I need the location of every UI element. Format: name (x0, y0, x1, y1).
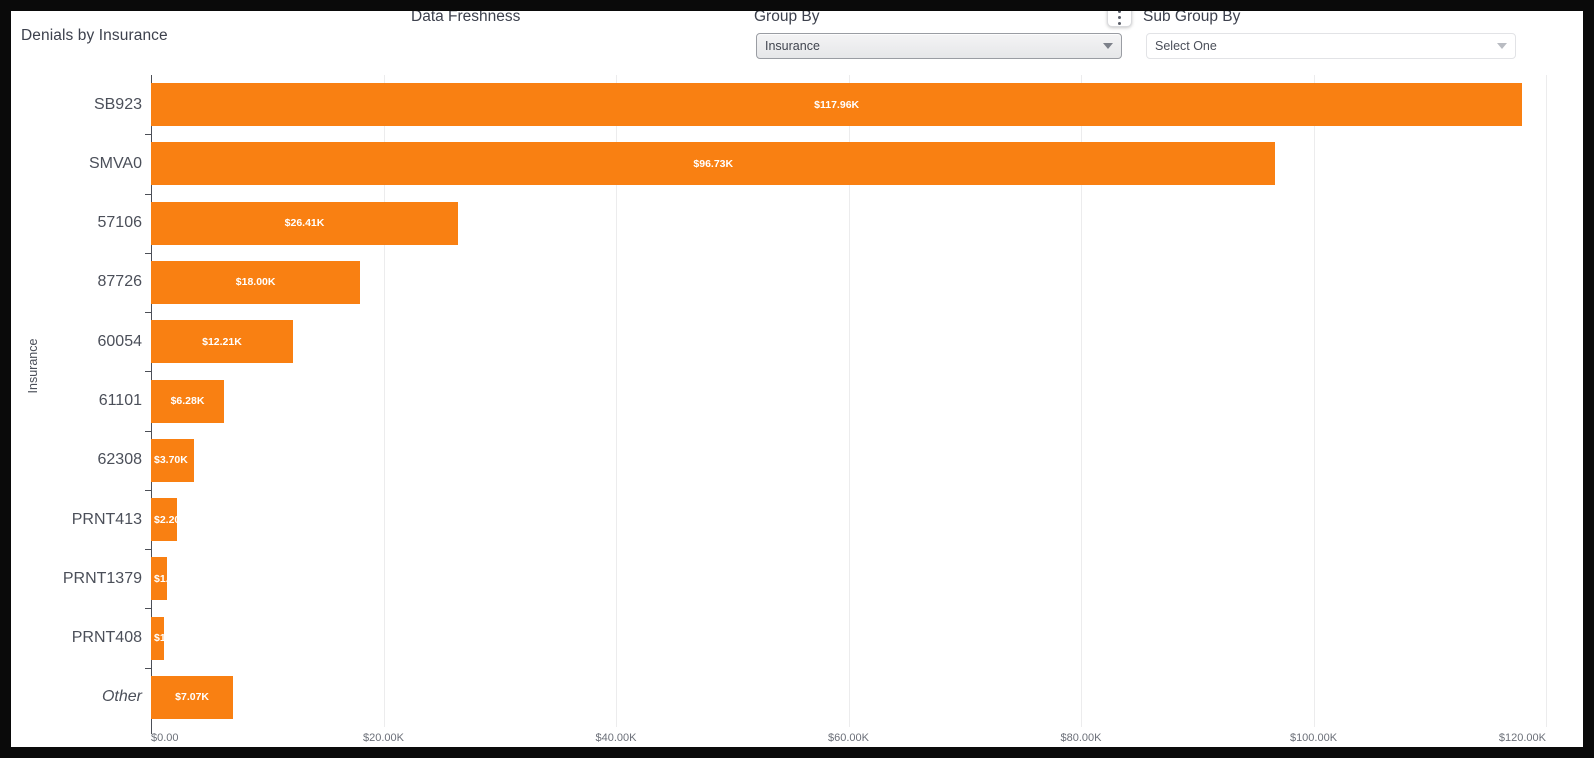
x-axis-tick-label: $60.00K (828, 732, 869, 744)
y-axis-tick (145, 549, 152, 550)
x-axis-tick-label: $40.00K (595, 732, 637, 744)
bar[interactable]: $1.15K (151, 616, 188, 660)
bar-value-label: $3.70K (154, 454, 188, 467)
screenshot-frame: Denials by Insurance Data Freshness Grou… (0, 0, 1594, 758)
y-axis-tick (145, 194, 152, 195)
x-axis-tick-label: $0.00 (151, 732, 179, 744)
y-axis-tick (145, 371, 152, 372)
bar-value-label: $7.07K (175, 691, 210, 704)
x-axis-tick-label: $100.00K (1289, 732, 1338, 744)
y-axis-tick (145, 668, 152, 669)
y-axis-tick (145, 134, 152, 135)
y-axis-category-label: 62308 (97, 451, 143, 469)
bar[interactable]: $2.20K (151, 498, 188, 542)
y-axis-category-label: PRNT413 (71, 510, 142, 528)
x-axis-tick-label: $80.00K (1060, 732, 1102, 744)
bar[interactable]: $1.35K (151, 557, 188, 601)
bar-value-label: $2.20K (154, 513, 188, 526)
bar[interactable]: $18.00K (151, 260, 361, 304)
y-axis-category-label: 57106 (97, 214, 143, 232)
y-axis-tick (145, 312, 152, 313)
x-axis-tick-label: $20.00K (363, 732, 404, 744)
y-axis-category-label: PRNT1379 (62, 569, 142, 587)
bar-value-label: $117.96K (814, 98, 860, 111)
bar[interactable]: $7.07K (151, 675, 234, 719)
bar[interactable]: $3.70K (151, 438, 194, 482)
x-axis-tick-label: $120.00K (1498, 732, 1546, 744)
bar[interactable]: $6.28K (151, 379, 224, 423)
y-axis-category-label: SB923 (93, 95, 142, 113)
y-axis-tick (145, 608, 152, 609)
bar-value-label: $18.00K (235, 276, 276, 289)
gridline (1313, 75, 1315, 727)
bar-value-label: $6.28K (170, 395, 205, 407)
bar-value-label: $1.35K (154, 572, 188, 585)
y-axis-category-label: SMVA0 (88, 154, 142, 172)
dashboard-card: Denials by Insurance Data Freshness Grou… (11, 11, 1583, 747)
y-axis-category-label: PRNT408 (71, 629, 142, 647)
y-axis-category-label: 60054 (97, 332, 143, 350)
bar-value-label: $26.41K (284, 217, 325, 230)
y-axis-category-label: Other (101, 688, 142, 706)
bar[interactable]: $26.41K (151, 201, 459, 245)
bar[interactable]: $117.96K (151, 83, 1523, 127)
bar-value-label: $12.21K (202, 335, 242, 348)
bar-value-label: $1.15K (154, 632, 188, 645)
gridline (1546, 75, 1547, 727)
bar[interactable]: $12.21K (151, 320, 293, 364)
bar[interactable]: $96.73K (151, 142, 1276, 186)
bar-chart: Insurance SB923 SMVA0 57106 87726 60054 61101… (11, 11, 1583, 747)
y-axis-tick (145, 490, 152, 491)
y-axis-title: Insurance (26, 338, 40, 394)
y-axis-tick (145, 431, 152, 432)
y-axis-category-label: 87726 (97, 273, 143, 291)
y-axis-tick (145, 253, 152, 254)
y-axis-category-label: 61101 (98, 392, 142, 409)
bar-value-label: $96.73K (693, 157, 734, 170)
